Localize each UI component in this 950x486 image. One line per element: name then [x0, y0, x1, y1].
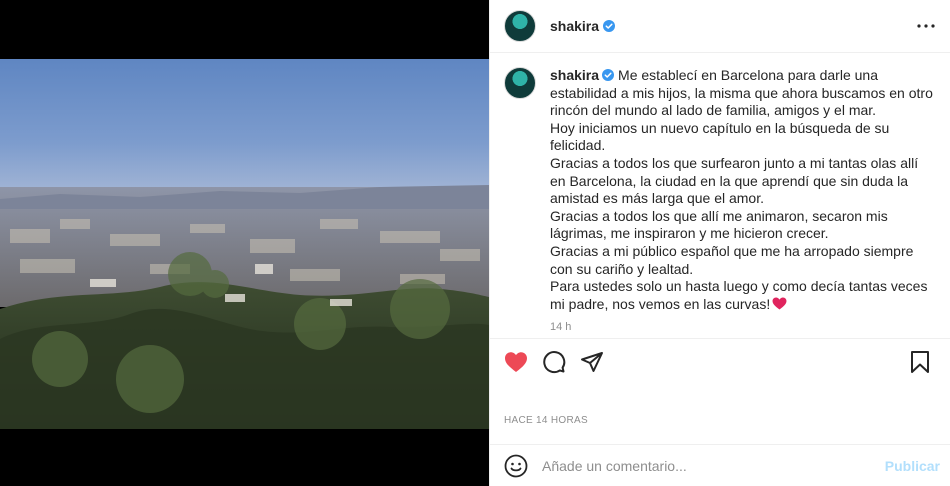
comments-area: shakira Me establecí en Barcelona para da… [490, 53, 950, 346]
verified-badge-icon [602, 69, 615, 82]
comment-composer: Publicar [490, 444, 950, 486]
media-pane [0, 0, 489, 486]
caption-text: Me establecí en Barcelona para darle una… [550, 67, 933, 312]
post-header: shakira [490, 0, 950, 53]
avatar[interactable] [504, 10, 536, 42]
comment-icon[interactable] [542, 350, 566, 374]
post-side-panel: shakira shakira Me establecí en Barcelona… [489, 0, 950, 486]
barcelona-cityscape-image [0, 59, 489, 429]
caption: shakira Me establecí en Barcelona para da… [550, 67, 934, 313]
caption-username[interactable]: shakira [550, 67, 599, 83]
action-bar [490, 338, 950, 384]
share-icon[interactable] [580, 350, 604, 374]
more-options-icon[interactable] [916, 16, 936, 36]
caption-timestamp[interactable]: 14 h [550, 321, 934, 333]
red-heart-emoji-icon [772, 297, 787, 310]
post-date[interactable]: HACE 14 HORAS [504, 415, 588, 426]
heart-filled-icon[interactable] [504, 350, 528, 374]
instagram-post: shakira shakira Me establecí en Barcelona… [0, 0, 950, 486]
publish-button[interactable]: Publicar [885, 458, 940, 474]
caption-avatar[interactable] [504, 67, 536, 99]
emoji-icon[interactable] [504, 454, 528, 478]
username-link[interactable]: shakira [550, 18, 599, 34]
comment-input[interactable] [542, 457, 885, 474]
post-photo[interactable] [0, 59, 489, 429]
verified-badge-icon [603, 20, 616, 32]
bookmark-icon[interactable] [908, 350, 932, 374]
caption-row: shakira Me establecí en Barcelona para da… [504, 67, 934, 313]
